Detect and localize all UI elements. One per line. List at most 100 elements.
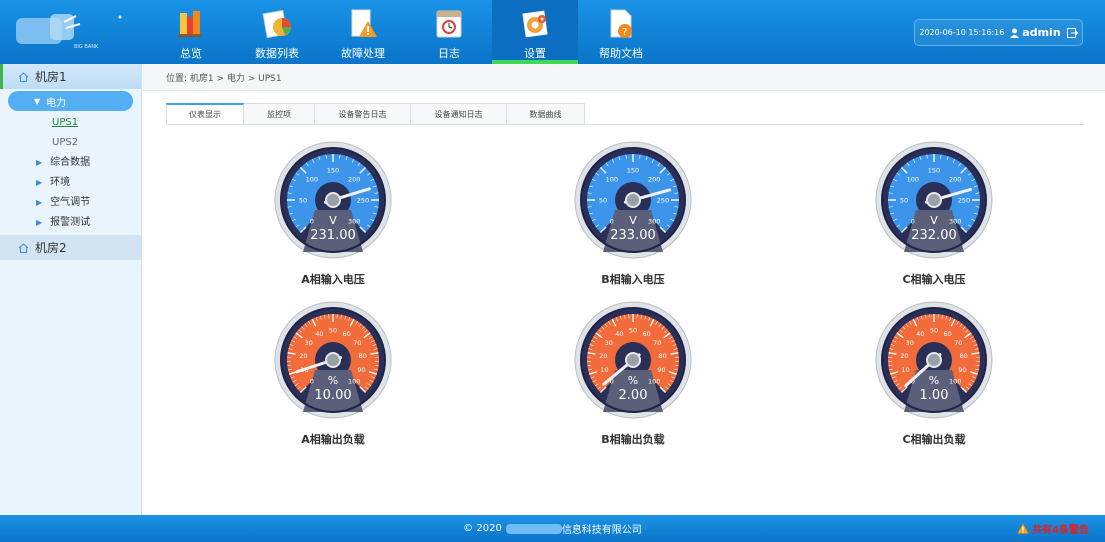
nav-label: 帮助文档 (599, 47, 643, 60)
tab-device-notice-log[interactable]: 设备通知日志 (411, 103, 507, 125)
tab-device-warning-log[interactable]: 设备警告日志 (315, 103, 411, 125)
gauge-title: C相输出负载 (902, 433, 966, 446)
gauge-hub (625, 352, 641, 368)
sidebar-room1[interactable]: 机房1 (0, 64, 141, 89)
user-icon (1010, 28, 1020, 38)
overview-books-icon (178, 11, 202, 37)
gauge-value: 231.00 (310, 228, 356, 243)
nav-overview[interactable]: 总览 (148, 0, 234, 64)
caret-right-icon: ▶ (36, 198, 43, 207)
gauge-tick-label: 90 (657, 366, 665, 374)
gauge-b-voltage: 0 50 100 150 200 250 300 V 233.00 (573, 140, 693, 260)
gauge-tick-label: 200 (648, 175, 660, 183)
gauge-tick-label: 70 (353, 339, 361, 347)
help-doc-icon: ? (610, 9, 632, 38)
sidebar-item-air-conditioning[interactable]: ▶ 空气调节 (0, 193, 141, 213)
nav-fault[interactable]: 故障处理 (320, 0, 406, 64)
breadcrumb: 位置: 机房1 > 电力 > UPS1 (142, 64, 1105, 91)
gauge-hub (625, 192, 641, 208)
settings-gear-icon (522, 10, 548, 38)
caret-right-icon: ▶ (36, 218, 43, 227)
tab-monitor-items[interactable]: 监控项 (244, 103, 315, 125)
gauge-title: C相输入电压 (902, 273, 966, 286)
gauge-tick-label: 50 (329, 327, 337, 335)
gauge-tick-label: 60 (943, 330, 951, 338)
sidebar-item-label: 综合数据 (50, 157, 91, 168)
sidebar-item-environment[interactable]: ▶ 环境 (0, 173, 141, 193)
gauge-tick-label: 30 (605, 339, 613, 347)
gauge-tick-label: 20 (900, 352, 908, 360)
sidebar-item-label: 环境 (50, 177, 71, 188)
nav-data-list[interactable]: 数据列表 (234, 0, 320, 64)
copyright-text: © 2020 (463, 523, 502, 534)
gauge-tick-label: 250 (357, 197, 369, 205)
fault-warning-icon (351, 9, 377, 37)
gauge-tick-label: 200 (949, 175, 961, 183)
nav-log[interactable]: 日志 (406, 0, 492, 64)
gauge-tick-label: 150 (627, 167, 639, 175)
nav-help[interactable]: ? 帮助文档 (578, 0, 664, 64)
sidebar-room2[interactable]: 机房2 (0, 235, 141, 260)
footer: © 2020 信息科技有限公司 (0, 515, 1105, 542)
gauge-tick-label: 50 (629, 327, 637, 335)
gauge-hub (325, 192, 341, 208)
gauge-tick-label: 30 (906, 339, 914, 347)
user-box: 2020-06-10 15:16:16 admin (914, 19, 1083, 46)
nav-settings[interactable]: 设置 (492, 0, 578, 64)
nav-label: 日志 (438, 47, 460, 60)
sidebar-item-ups1[interactable]: UPS1 (0, 113, 141, 133)
gauge-tick-label: 40 (315, 330, 323, 338)
tab-gauge-display[interactable]: 仪表显示 (166, 103, 244, 125)
tab-data-curve[interactable]: 数据曲线 (507, 103, 585, 125)
gauge-tick-label: 100 (306, 175, 318, 183)
alarm-summary[interactable]: 共有4条警告 (1017, 521, 1089, 536)
data-list-icon (262, 9, 291, 39)
gauge-c-load: 0 10 20 30 40 50 60 70 80 90 100 % 1.00 (874, 300, 994, 420)
sidebar-item-ups2[interactable]: UPS2 (0, 133, 141, 153)
gauge-tick-label: 10 (600, 366, 608, 374)
gauge-value: 232.00 (911, 228, 957, 243)
calendar-log-icon (436, 10, 462, 38)
nav-label: 故障处理 (341, 47, 385, 60)
gauge-tick-label: 20 (599, 352, 607, 360)
sidebar-item-label: 空气调节 (50, 197, 91, 208)
redacted-company-name (505, 523, 562, 534)
gauge-tick-label: 70 (653, 339, 661, 347)
gauge-a-load: 0102030405060708090100 % 10.00 (273, 300, 393, 420)
gauge-tick-label: 60 (342, 330, 350, 338)
gauge-unit: % (928, 374, 940, 387)
gauge-tick-label: 50 (299, 197, 307, 205)
company-suffix: 信息科技有限公司 (561, 525, 642, 536)
alarm-text: 共有4条警告 (1032, 525, 1089, 536)
warning-icon (1017, 523, 1030, 534)
username[interactable]: admin (1022, 26, 1060, 39)
sidebar-category-power[interactable]: ▼ 电力 (8, 91, 133, 111)
caret-right-icon: ▶ (36, 158, 43, 167)
gauge-tick-label: 40 (916, 330, 924, 338)
nav-label: 设置 (524, 47, 546, 60)
gauge-tick-label: 90 (357, 366, 365, 374)
main-nav: 总览 数据列表 故障处理 日志 设置 ? 帮助文档 (148, 0, 664, 64)
nav-label: 总览 (180, 47, 202, 60)
gauge-unit: V (930, 214, 938, 227)
gauge-value: 2.00 (618, 388, 648, 403)
gauge-title: A相输出负载 (301, 433, 365, 446)
tab-divider (166, 124, 1084, 125)
sidebar: 机房1 ▼ 电力 UPS1 UPS2 ▶ 综合数据 ▶ 环境 ▶ 空气调节 ▶ 报警测试… (0, 64, 142, 515)
company-logo: BIG BANK (16, 14, 122, 50)
gauge-unit: V (629, 214, 637, 227)
gauge-tick-label: 50 (900, 197, 908, 205)
logout-icon[interactable] (1066, 27, 1078, 38)
gauge-tick-label: 150 (327, 167, 339, 175)
gauge-tick-label: 40 (615, 330, 623, 338)
gauge-b-load: 0 10 20 30 40 50 60 70 80 90 100 % 2.00 (573, 300, 693, 420)
logo-text: BIG BANK (74, 44, 99, 50)
gauge-value: 1.00 (919, 388, 949, 403)
gauge-tick-label: 200 (348, 175, 360, 183)
sidebar-item-summary[interactable]: ▶ 综合数据 (0, 153, 141, 173)
gauge-tick-label: 90 (958, 366, 966, 374)
gauge-tick-label: 250 (958, 197, 970, 205)
sidebar-item-alarm-test[interactable]: ▶ 报警测试 (0, 213, 141, 233)
gauge-value: 10.00 (314, 388, 352, 403)
gauge-hub (926, 192, 942, 208)
